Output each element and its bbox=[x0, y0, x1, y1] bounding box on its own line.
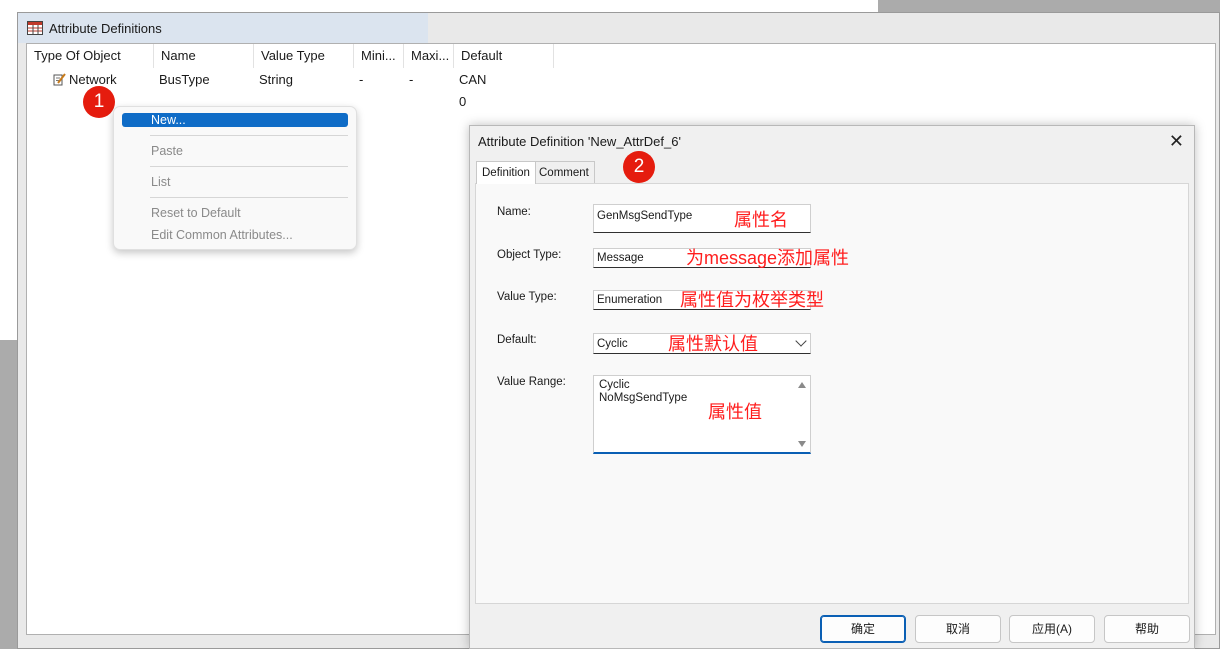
attribute-definition-dialog: Attribute Definition 'New_AttrDef_6' ✕ D… bbox=[469, 125, 1195, 649]
cell-maximum: - bbox=[409, 72, 414, 87]
step-badge-1: 1 bbox=[83, 86, 115, 118]
menu-item-new[interactable]: New... bbox=[122, 113, 348, 127]
object-type-label: Object Type: bbox=[497, 249, 562, 261]
definition-panel: Name: GenMsgSendType 属性名 Object Type: Me… bbox=[475, 183, 1189, 604]
value-type-label: Value Type: bbox=[497, 291, 557, 303]
default-value: Cyclic bbox=[597, 338, 628, 350]
cell-default: 0 bbox=[459, 94, 467, 109]
window-title: Attribute Definitions bbox=[49, 20, 162, 36]
close-icon[interactable]: ✕ bbox=[1169, 131, 1184, 152]
help-button[interactable]: 帮助 bbox=[1104, 615, 1190, 643]
column-default[interactable]: Default bbox=[454, 44, 554, 68]
cell-type-of-object: Network bbox=[69, 72, 117, 87]
value-range-textarea[interactable]: Cyclic NoMsgSendType bbox=[593, 375, 811, 454]
column-maximum[interactable]: Maxi... bbox=[404, 44, 454, 68]
column-type-of-object[interactable]: Type Of Object bbox=[27, 44, 154, 68]
list-header: Type Of Object Name Value Type Mini... M… bbox=[27, 44, 1215, 68]
value-range-line: Cyclic bbox=[599, 379, 630, 391]
value-range-line: NoMsgSendType bbox=[599, 392, 688, 404]
menu-separator bbox=[150, 135, 348, 136]
annotation-name: 属性名 bbox=[734, 210, 788, 230]
menu-item-edit-common-attributes[interactable]: Edit Common Attributes... bbox=[122, 228, 348, 242]
scroll-up-icon[interactable] bbox=[798, 382, 806, 388]
apply-button[interactable]: 应用(A) bbox=[1009, 615, 1095, 643]
name-value: GenMsgSendType bbox=[597, 210, 693, 222]
background-top-right bbox=[878, 0, 1220, 12]
background-left-strip bbox=[0, 340, 17, 649]
menu-item-paste[interactable]: Paste bbox=[122, 144, 348, 158]
cell-name: BusType bbox=[159, 72, 210, 87]
cancel-button[interactable]: 取消 bbox=[915, 615, 1001, 643]
value-range-label: Value Range: bbox=[497, 376, 566, 388]
object-type-value: Message bbox=[597, 252, 644, 264]
annotation-value-type: 属性值为枚举类型 bbox=[680, 290, 824, 310]
cell-minimum: - bbox=[359, 72, 364, 87]
cell-value-type: String bbox=[259, 72, 293, 87]
annotation-value-range: 属性值 bbox=[708, 402, 762, 422]
context-menu: New... Paste List Reset to Default Edit … bbox=[113, 106, 357, 250]
default-label: Default: bbox=[497, 334, 537, 346]
column-value-type[interactable]: Value Type bbox=[254, 44, 354, 68]
chevron-down-icon[interactable] bbox=[795, 335, 807, 347]
window-title-bar[interactable]: Attribute Definitions bbox=[18, 13, 428, 43]
vertical-scrollbar[interactable] bbox=[796, 378, 808, 450]
column-name[interactable]: Name bbox=[154, 44, 254, 68]
tab-comment[interactable]: Comment bbox=[533, 161, 595, 183]
edit-note-icon bbox=[53, 73, 66, 86]
scroll-down-icon[interactable] bbox=[798, 441, 806, 447]
attribute-table-icon bbox=[27, 21, 43, 35]
menu-item-reset-to-default[interactable]: Reset to Default bbox=[122, 206, 348, 220]
cell-default: CAN bbox=[459, 72, 487, 87]
dialog-title: Attribute Definition 'New_AttrDef_6' bbox=[478, 134, 681, 149]
name-label: Name: bbox=[497, 206, 531, 218]
column-minimum[interactable]: Mini... bbox=[354, 44, 404, 68]
annotation-default: 属性默认值 bbox=[668, 334, 758, 354]
ok-button[interactable]: 确定 bbox=[820, 615, 906, 643]
step-badge-2: 2 bbox=[623, 151, 655, 183]
menu-separator bbox=[150, 197, 348, 198]
annotation-object-type: 为message添加属性 bbox=[686, 248, 850, 268]
tab-definition[interactable]: Definition bbox=[476, 161, 536, 184]
menu-item-list[interactable]: List bbox=[122, 175, 348, 189]
value-type-value: Enumeration bbox=[597, 294, 663, 306]
menu-separator bbox=[150, 166, 348, 167]
